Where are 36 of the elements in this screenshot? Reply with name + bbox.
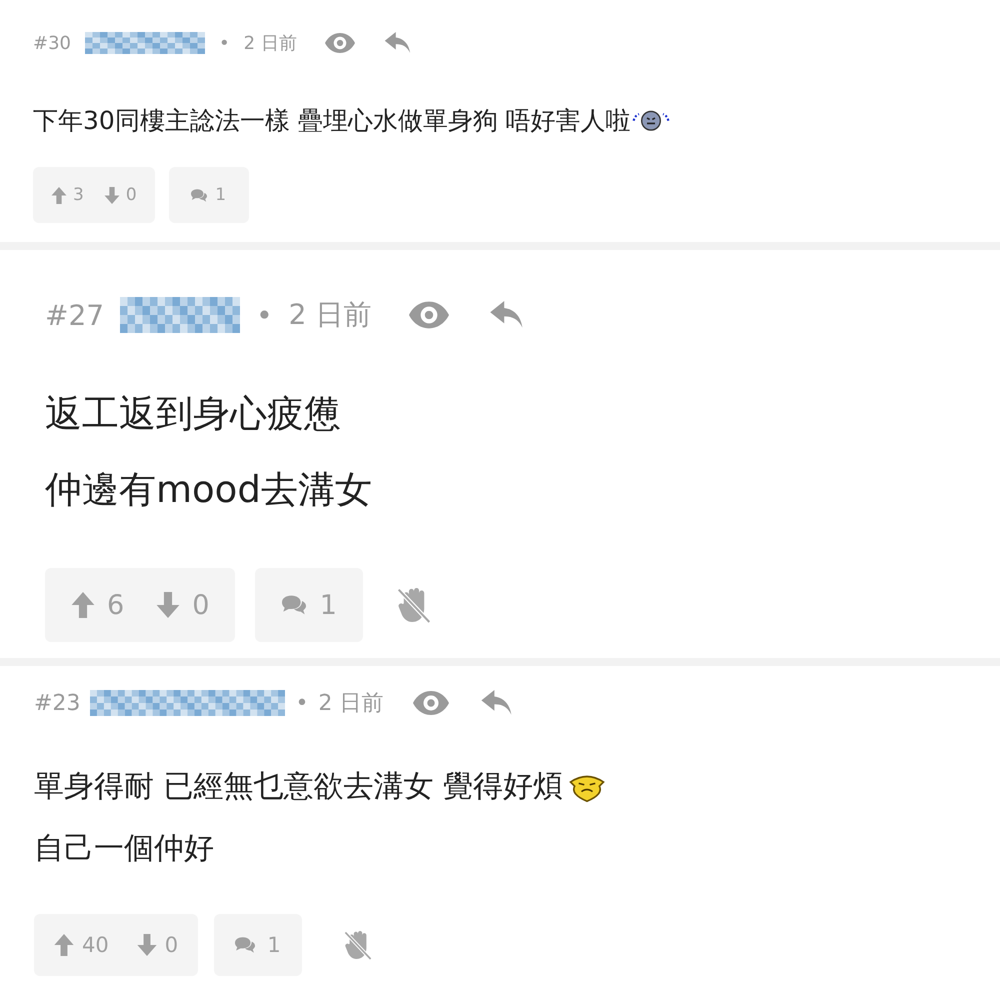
arrow-up-icon — [54, 934, 74, 956]
eye-icon[interactable] — [324, 32, 355, 54]
upvote-button[interactable]: 6 — [71, 568, 124, 642]
hand-icon[interactable] — [397, 586, 432, 624]
arrow-down-icon — [136, 934, 157, 956]
arrow-down-icon — [104, 186, 120, 204]
downvote-button[interactable]: 0 — [136, 914, 178, 976]
post-text: 自己一個仲好 — [34, 830, 214, 868]
post-number: #23 — [34, 690, 80, 716]
post-number: #27 — [45, 298, 104, 332]
upvote-button[interactable]: 3 — [51, 167, 84, 223]
upvote-button[interactable]: 40 — [54, 914, 109, 976]
downvote-button[interactable]: 0 — [104, 167, 137, 223]
hand-icon[interactable] — [344, 929, 372, 961]
post-text: 單身得耐 已經無乜意欲去溝女 覺得好煩 — [34, 768, 564, 806]
post-time: 2 日前 — [288, 297, 372, 333]
post-text: 返工返到身心疲憊 — [45, 391, 341, 437]
eye-icon[interactable] — [413, 690, 450, 716]
post-text: 下年30同樓主諗法一樣 疊埋心水做單身狗 唔好害人啦 — [33, 105, 631, 137]
eye-icon[interactable] — [409, 301, 450, 329]
arrow-down-icon — [156, 592, 180, 618]
comments-button[interactable]: 1 — [255, 568, 364, 642]
separator-dot: • — [295, 690, 308, 716]
comments-button[interactable]: 1 — [214, 914, 302, 976]
post-number: #30 — [33, 32, 71, 54]
arrow-up-icon — [71, 592, 95, 618]
post-time: 2 日前 — [318, 690, 384, 718]
post-time: 2 日前 — [244, 32, 297, 55]
post-text: 仲邊有mood去溝女 — [45, 467, 372, 513]
speech-bubbles-icon — [191, 186, 208, 204]
downvote-button[interactable]: 0 — [156, 568, 210, 642]
reply-icon[interactable] — [382, 32, 413, 54]
separator-dot: • — [219, 32, 230, 54]
comments-button[interactable]: 1 — [168, 167, 249, 223]
separator-dot: • — [256, 298, 273, 332]
arrow-up-icon — [51, 186, 67, 204]
